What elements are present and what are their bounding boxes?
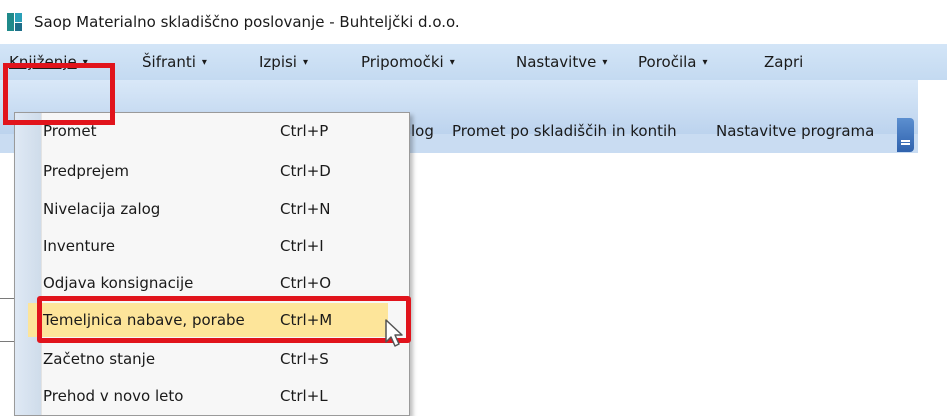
menu-item-shortcut: Ctrl+D	[280, 162, 331, 180]
menu-item-nivelacija-zalog[interactable]: Nivelacija zalog Ctrl+N	[28, 192, 388, 226]
menu-izpisi-label: Izpisi	[259, 53, 297, 71]
chevron-down-icon: ▾	[201, 56, 207, 68]
menu-pripomocki[interactable]: Pripomočki ▾	[361, 45, 455, 79]
mouse-pointer-icon	[385, 319, 403, 347]
menu-porocila-label: Poročila	[638, 53, 697, 71]
toolbar-overflow-chevron-down-icon[interactable]	[897, 118, 914, 152]
title-bar: Saop Materialno skladiščno poslovanje - …	[0, 0, 947, 44]
menu-sifranti-label: Šifranti	[142, 53, 196, 71]
annotation-highlight-temeljnica	[37, 296, 411, 343]
menu-item-shortcut: Ctrl+N	[280, 200, 331, 218]
chevron-down-icon: ▾	[702, 56, 708, 68]
menu-item-prehod-v-novo-leto[interactable]: Prehod v novo leto Ctrl+L	[28, 379, 388, 413]
menu-sifranti[interactable]: Šifranti ▾	[142, 45, 207, 79]
window-title: Saop Materialno skladiščno poslovanje - …	[34, 13, 460, 31]
toolbar-item-nastavitve-programa[interactable]: Nastavitve programa	[716, 122, 874, 140]
menu-item-label: Predprejem	[43, 162, 129, 180]
menu-item-inventure[interactable]: Inventure Ctrl+I	[28, 229, 388, 263]
menu-item-label: Začetno stanje	[43, 350, 156, 368]
menu-item-shortcut: Ctrl+P	[280, 122, 329, 140]
menu-zapri[interactable]: Zapri	[764, 45, 803, 79]
menu-item-shortcut: Ctrl+S	[280, 350, 329, 368]
menu-item-predprejem[interactable]: Predprejem Ctrl+D	[28, 154, 388, 188]
menu-izpisi[interactable]: Izpisi ▾	[259, 45, 308, 79]
menu-nastavitve-label: Nastavitve	[516, 53, 597, 71]
annotation-highlight-knjizenje	[3, 63, 115, 125]
menu-item-label: Nivelacija zalog	[43, 200, 161, 218]
menu-item-shortcut: Ctrl+L	[280, 387, 328, 405]
chevron-down-icon: ▾	[302, 56, 308, 68]
menu-item-odjava-konsignacije[interactable]: Odjava konsignacije Ctrl+O	[28, 266, 388, 300]
menu-nastavitve[interactable]: Nastavitve ▾	[516, 45, 607, 79]
toolbar-item-zalog[interactable]: log	[411, 122, 434, 140]
chevron-down-icon: ▾	[602, 56, 608, 68]
app-icon	[7, 13, 22, 31]
toolbar-item-promet-po-skladiscih[interactable]: Promet po skladiščih in kontih	[452, 122, 677, 140]
background-control-edge	[0, 298, 15, 342]
menu-item-zacetno-stanje[interactable]: Začetno stanje Ctrl+S	[28, 342, 388, 376]
menu-item-label: Inventure	[43, 237, 115, 255]
menu-zapri-label: Zapri	[764, 53, 804, 71]
menu-pripomocki-label: Pripomočki	[361, 53, 444, 71]
menu-item-label: Odjava konsignacije	[43, 274, 194, 292]
menu-item-label: Prehod v novo leto	[43, 387, 184, 405]
menu-porocila[interactable]: Poročila ▾	[638, 45, 708, 79]
menu-item-shortcut: Ctrl+O	[280, 274, 332, 292]
menu-item-shortcut: Ctrl+I	[280, 237, 324, 255]
chevron-down-icon: ▾	[449, 56, 455, 68]
